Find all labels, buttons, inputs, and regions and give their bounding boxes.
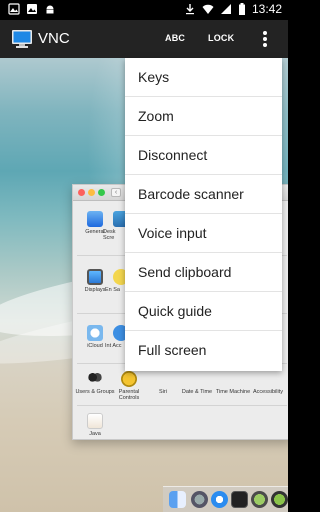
terminal-icon[interactable] [231, 491, 248, 508]
photo-icon [27, 4, 37, 14]
finder-icon[interactable] [169, 491, 186, 508]
menu-item-disconnect[interactable]: Disconnect [125, 136, 282, 175]
overflow-menu-icon[interactable] [256, 29, 274, 49]
app-title: VNC [38, 30, 70, 47]
app-bar: VNC ABC LOCK [0, 20, 288, 58]
cell-signal-icon [220, 4, 231, 14]
image-icon [8, 3, 20, 15]
status-bar: 13:42 [0, 0, 288, 20]
java-icon [87, 413, 103, 429]
overflow-menu: Keys Zoom Disconnect Barcode scanner Voi… [125, 58, 282, 371]
safari-icon[interactable] [211, 491, 228, 508]
close-window-icon[interactable] [78, 189, 85, 196]
menu-item-send-clipboard[interactable]: Send clipboard [125, 253, 282, 292]
abc-button[interactable]: ABC [165, 33, 185, 43]
dock [163, 486, 288, 512]
minimize-window-icon[interactable] [88, 189, 95, 196]
date-time-icon [189, 371, 205, 387]
divider [77, 405, 287, 406]
menu-item-voice-input[interactable]: Voice input [125, 214, 282, 253]
displays-icon [87, 269, 103, 285]
parental-controls-icon [121, 371, 137, 387]
battery-icon [238, 3, 245, 15]
wifi-icon [202, 4, 214, 14]
pref-internet-accounts[interactable]: Int Acc [105, 325, 129, 349]
time-machine-icon [225, 371, 241, 387]
siri-icon [155, 371, 171, 387]
android-studio-icon[interactable] [251, 491, 268, 508]
app-icon[interactable] [271, 491, 288, 508]
menu-item-quick-guide[interactable]: Quick guide [125, 292, 282, 331]
monitor-icon [12, 30, 32, 48]
pref-date-time[interactable]: Date & Time [177, 371, 217, 395]
pref-desktop[interactable]: Desk Scre [103, 211, 129, 241]
zoom-window-icon[interactable] [98, 189, 105, 196]
download-icon [185, 4, 194, 15]
menu-item-keys[interactable]: Keys [125, 58, 282, 97]
general-icon [87, 211, 103, 227]
menu-item-barcode-scanner[interactable]: Barcode scanner [125, 175, 282, 214]
menu-item-zoom[interactable]: Zoom [125, 97, 282, 136]
back-icon[interactable]: ‹ [111, 188, 121, 197]
menu-item-full-screen[interactable]: Full screen [125, 331, 282, 370]
pref-accessibility[interactable]: Accessibility [248, 371, 288, 395]
clock: 13:42 [251, 2, 282, 16]
pref-energy-saver[interactable]: En Sa [105, 269, 129, 293]
pref-java[interactable]: Java [75, 413, 115, 437]
launchpad-icon[interactable] [191, 491, 208, 508]
icloud-icon [87, 325, 103, 341]
accessibility-icon [260, 371, 276, 387]
pref-time-machine[interactable]: Time Machine [213, 371, 253, 395]
lock-button[interactable]: LOCK [208, 33, 234, 43]
users-icon [87, 371, 103, 387]
android-icon [46, 5, 54, 14]
